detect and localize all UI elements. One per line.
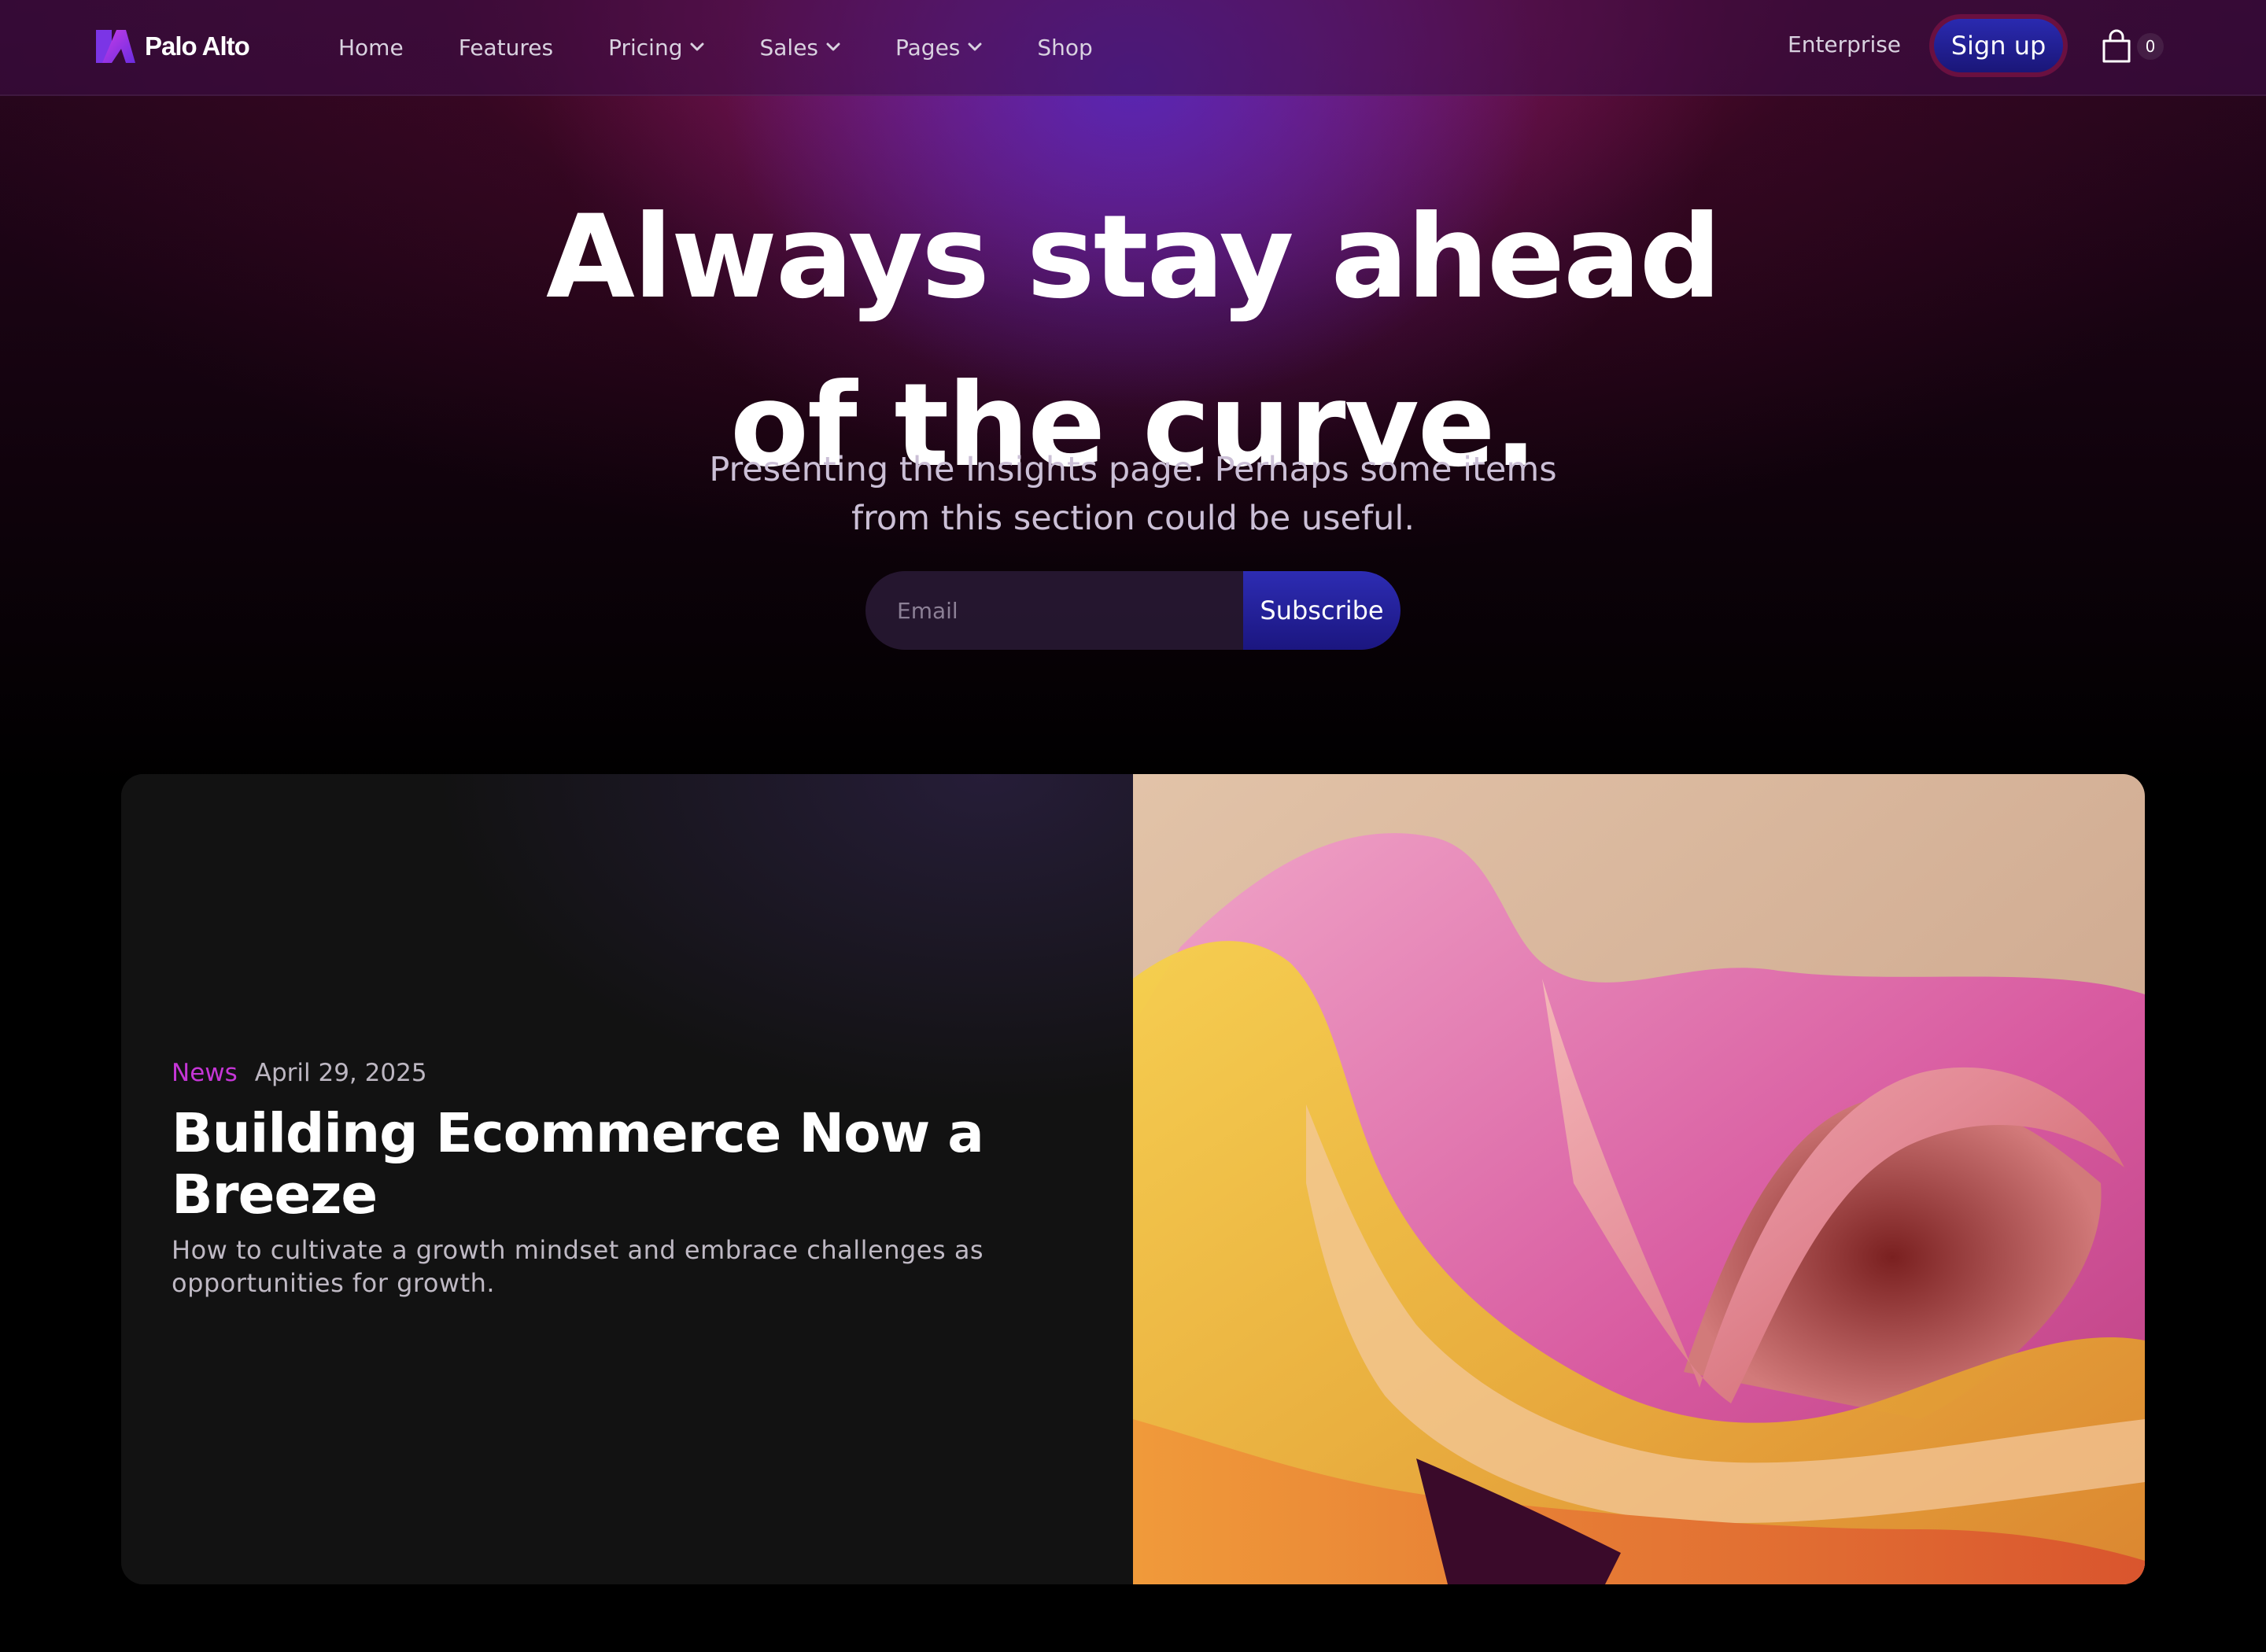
nav-enterprise-link[interactable]: Enterprise	[1788, 31, 1901, 57]
nav-link-home[interactable]: Home	[338, 35, 404, 61]
hero-title-line-1: Always stay ahead	[545, 190, 1722, 324]
palo-alto-logo-icon	[96, 30, 135, 63]
nav-link-pages[interactable]: Pages	[895, 35, 982, 61]
post-cover-image[interactable]	[1133, 774, 2145, 1584]
nav-link-sales[interactable]: Sales	[759, 35, 840, 61]
nav-link-label: Shop	[1037, 34, 1093, 61]
nav-link-shop[interactable]: Shop	[1037, 35, 1092, 61]
nav-link-label: Features	[458, 34, 554, 61]
sign-up-button[interactable]: Sign up	[1929, 14, 2068, 77]
post-category[interactable]: News	[172, 1059, 238, 1087]
post-date: April 29, 2025	[254, 1059, 427, 1087]
nav-link-label: Pricing	[608, 34, 683, 61]
nav-links: Home Features Pricing Sales Pages Shop	[338, 0, 1148, 94]
hero-subtitle: Presenting the Insights page. Perhaps so…	[709, 450, 1557, 538]
brand-name: Palo Alto	[145, 31, 250, 61]
shopping-bag-icon[interactable]	[2099, 28, 2134, 65]
nav-link-label: Pages	[895, 34, 961, 61]
nav-link-label: Home	[338, 34, 404, 61]
post-excerpt: How to cultivate a growth mindset and em…	[172, 1235, 984, 1298]
nav-link-label: Sales	[759, 34, 819, 61]
featured-post-content: News April 29, 2025 Building Ecommerce N…	[121, 774, 1133, 1584]
featured-post-card[interactable]: News April 29, 2025 Building Ecommerce N…	[121, 774, 2145, 1584]
subscribe-button[interactable]: Subscribe	[1243, 571, 1401, 650]
top-navigation: Palo Alto Home Features Pricing Sales Pages S…	[0, 0, 2266, 96]
chevron-down-icon	[826, 42, 840, 51]
chevron-down-icon	[968, 42, 982, 51]
chevron-down-icon	[690, 42, 704, 51]
nav-link-pricing[interactable]: Pricing	[608, 35, 704, 61]
brand-logo[interactable]: Palo Alto	[94, 28, 250, 65]
email-input[interactable]	[865, 571, 1243, 650]
sign-up-label: Sign up	[1934, 19, 2063, 72]
nav-link-features[interactable]: Features	[459, 35, 553, 61]
cart-count-badge: 0	[2137, 33, 2164, 60]
post-title[interactable]: Building Ecommerce Now a Breeze	[172, 1103, 1084, 1226]
newsletter-form: Subscribe	[865, 571, 1401, 650]
post-meta: News April 29, 2025	[172, 1059, 427, 1087]
